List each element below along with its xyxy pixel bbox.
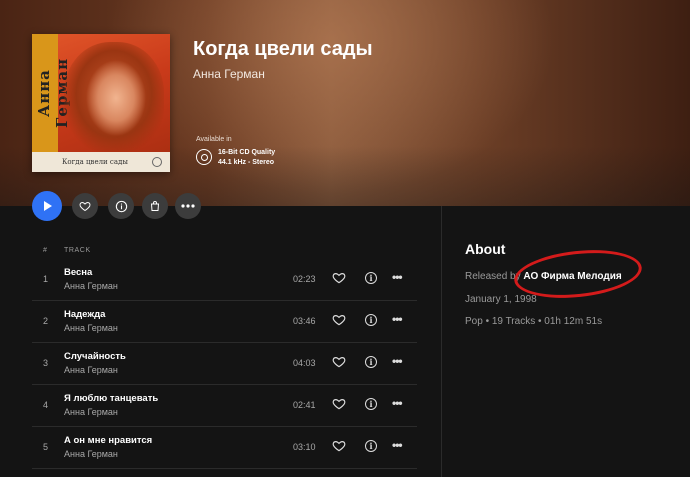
track-duration: 03:10 xyxy=(293,442,316,452)
track-title[interactable]: Весна xyxy=(64,267,92,278)
cover-title-text: Когда цвели сады xyxy=(62,158,128,166)
track-title[interactable]: Я люблю танцевать xyxy=(64,393,158,404)
quality-sample-rate: 44.1 kHz - Stereo xyxy=(218,159,275,166)
label-logo-icon xyxy=(152,157,162,167)
track-number-header: # xyxy=(43,247,47,254)
more-icon[interactable]: ••• xyxy=(392,396,403,410)
track-number: 1 xyxy=(43,274,49,284)
track-number: 2 xyxy=(43,316,49,326)
cd-icon xyxy=(196,149,212,165)
track-title[interactable]: Случайность xyxy=(64,351,126,362)
album-cover[interactable]: Анна Герман Когда цвели сады xyxy=(32,34,170,172)
shopping-bag-icon xyxy=(150,201,160,211)
info-button[interactable] xyxy=(108,193,134,219)
info-icon[interactable]: i xyxy=(365,314,377,326)
quality-bit-depth: 16-Bit CD Quality xyxy=(218,149,276,156)
heart-icon xyxy=(79,201,91,212)
track-number: 5 xyxy=(43,442,49,452)
track-title[interactable]: А он мне нравится xyxy=(64,435,152,446)
more-options-button[interactable] xyxy=(175,193,201,219)
track-row[interactable]: 1 Весна Анна Герман 02:23 i ••• xyxy=(32,259,417,301)
heart-icon[interactable] xyxy=(332,439,346,453)
album-artist-link[interactable]: Анна Герман xyxy=(193,67,265,81)
info-icon[interactable]: i xyxy=(365,398,377,410)
play-button[interactable] xyxy=(32,191,62,221)
heart-icon[interactable] xyxy=(332,397,346,411)
buy-button[interactable] xyxy=(142,193,168,219)
more-icon[interactable]: ••• xyxy=(392,354,403,368)
track-number: 4 xyxy=(43,400,49,410)
more-icon[interactable]: ••• xyxy=(392,438,403,452)
more-icon[interactable]: ••• xyxy=(392,312,403,326)
track-artist[interactable]: Анна Герман xyxy=(64,365,118,375)
cover-portrait xyxy=(64,42,164,152)
more-icon xyxy=(181,204,195,208)
more-icon[interactable]: ••• xyxy=(392,270,403,284)
favorite-button[interactable] xyxy=(72,193,98,219)
info-icon[interactable]: i xyxy=(365,440,377,452)
track-row[interactable]: 3 Случайность Анна Герман 04:03 i ••• xyxy=(32,343,417,385)
available-in-label: Available in xyxy=(196,136,232,143)
track-row[interactable]: 2 Надежда Анна Герман 03:46 i ••• xyxy=(32,301,417,343)
track-duration: 03:46 xyxy=(293,316,316,326)
track-duration: 02:41 xyxy=(293,400,316,410)
track-artist[interactable]: Анна Герман xyxy=(64,281,118,291)
release-date: January 1, 1998 xyxy=(465,294,537,305)
heart-icon[interactable] xyxy=(332,271,346,285)
cover-title-strip: Когда цвели сады xyxy=(32,152,170,172)
about-heading: About xyxy=(465,241,506,257)
track-artist[interactable]: Анна Герман xyxy=(64,449,118,459)
track-row[interactable]: 5 А он мне нравится Анна Герман 03:10 i … xyxy=(32,427,417,469)
track-number: 3 xyxy=(43,358,49,368)
album-summary: Pop • 19 Tracks • 01h 12m 51s xyxy=(465,316,603,327)
track-title[interactable]: Надежда xyxy=(64,309,105,320)
info-icon xyxy=(115,200,127,212)
track-artist[interactable]: Анна Герман xyxy=(64,323,118,333)
info-icon[interactable]: i xyxy=(365,356,377,368)
info-icon[interactable]: i xyxy=(365,272,377,284)
released-by-prefix: Released by xyxy=(465,271,521,282)
play-icon xyxy=(44,201,52,211)
album-header: Анна Герман Когда цвели сады Когда цвели… xyxy=(0,0,690,206)
track-column-header: TRACK xyxy=(64,247,91,254)
cover-artist-text: Анна Герман xyxy=(35,57,71,129)
track-duration: 04:03 xyxy=(293,358,316,368)
album-title: Когда цвели сады xyxy=(193,38,373,60)
track-duration: 02:23 xyxy=(293,274,316,284)
heart-icon[interactable] xyxy=(332,313,346,327)
track-row[interactable]: 4 Я люблю танцевать Анна Герман 02:41 i … xyxy=(32,385,417,427)
track-artist[interactable]: Анна Герман xyxy=(64,407,118,417)
heart-icon[interactable] xyxy=(332,355,346,369)
column-divider xyxy=(441,206,442,477)
